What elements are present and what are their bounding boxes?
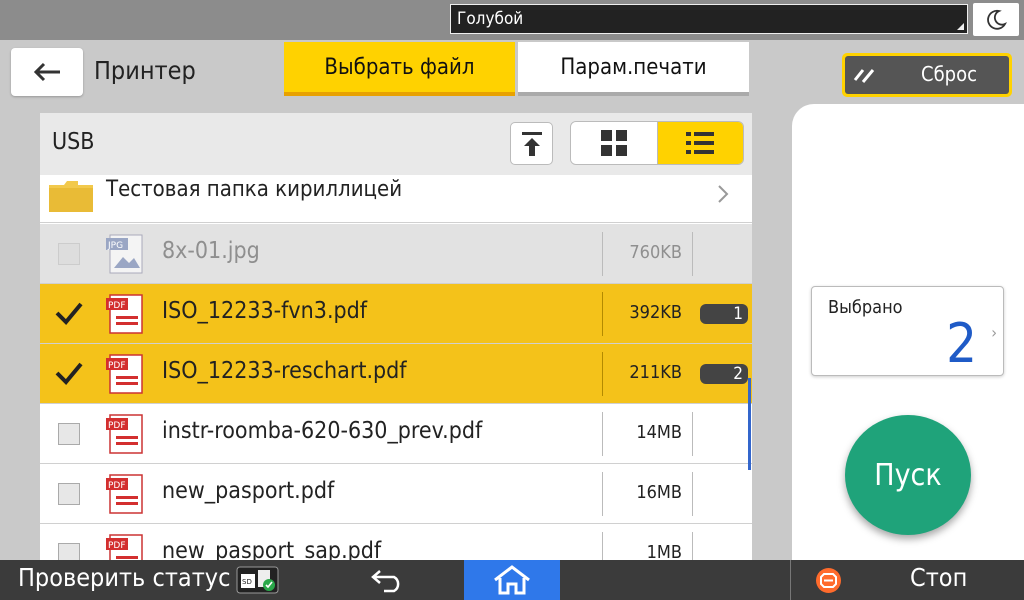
file-row[interactable]: PDF new_pasport.pdf 16MB [40, 464, 752, 524]
reset-button[interactable]: Сброс [842, 53, 1012, 97]
top-bar: Голубой [0, 0, 1024, 40]
column-divider [692, 532, 693, 563]
column-divider [692, 232, 693, 276]
stop-icon [816, 568, 841, 593]
jpg-file-icon: JPG [106, 234, 143, 274]
pdf-file-icon: PDF [106, 294, 143, 334]
browser-header: USB [40, 113, 752, 175]
file-name: ISO_12233-fvn3.pdf [162, 298, 368, 324]
file-name: ISO_12233-reschart.pdf [162, 358, 407, 384]
folder-name: Тестовая папка кириллицей [106, 177, 403, 202]
file-name: new_pasport.pdf [162, 478, 335, 504]
file-browser: USB Тестовая папка кириллицей JPG 8x-01.… [40, 113, 752, 563]
svg-text:JPG: JPG [107, 241, 123, 251]
selected-label: Выбрано [828, 297, 903, 318]
list-view-button[interactable] [657, 122, 743, 164]
print-order-badge: 1 [700, 304, 748, 324]
svg-text:PDF: PDF [108, 301, 126, 311]
column-divider [602, 412, 603, 456]
column-divider [602, 352, 603, 396]
pdf-file-icon: PDF [106, 534, 143, 563]
home-button[interactable] [464, 560, 560, 600]
file-checkbox[interactable] [58, 243, 80, 265]
reset-label: Сброс [921, 62, 977, 86]
grid-view-icon [600, 130, 627, 156]
moon-icon [987, 9, 1007, 30]
file-row[interactable]: PDF ISO_12233-reschart.pdf 211KB 2 [40, 344, 752, 404]
check-status-button[interactable]: Проверить статус [18, 563, 230, 592]
tab-select-file[interactable]: Выбрать файл [284, 42, 515, 96]
column-divider [692, 412, 693, 456]
selected-count-card[interactable]: Выбрано 2 › [811, 286, 1004, 376]
sd-card-status-icon[interactable]: SD [236, 566, 279, 594]
chevron-right-icon: › [991, 323, 997, 342]
svg-text:PDF: PDF [108, 421, 126, 431]
file-size: 760KB [629, 242, 682, 263]
grid-view-button[interactable] [571, 122, 658, 164]
checkbox-checked-icon[interactable] [54, 358, 84, 388]
file-checkbox[interactable] [58, 423, 80, 445]
page-title: Принтер [94, 56, 196, 85]
reset-icon [853, 69, 875, 83]
scrollbar[interactable] [748, 378, 751, 470]
column-divider [602, 532, 603, 563]
source-label: USB [52, 129, 95, 155]
divider [790, 560, 791, 600]
selected-count: 2 [946, 312, 977, 375]
folder-up-button[interactable] [510, 122, 553, 165]
checkbox-checked-icon[interactable] [54, 298, 84, 328]
color-scheme-value: Голубой [457, 9, 524, 29]
back-arrow-icon [33, 62, 60, 82]
dropdown-corner-icon [957, 23, 964, 30]
folder-icon [49, 181, 93, 212]
pdf-file-icon: PDF [106, 474, 143, 514]
bottom-bar: Проверить статус SD Стоп [0, 560, 1024, 600]
file-name: 8x-01.jpg [162, 238, 260, 264]
column-divider [692, 472, 693, 516]
chevron-right-icon [718, 185, 729, 203]
file-name: instr-roomba-620-630_prev.pdf [162, 418, 483, 444]
list-view-icon [686, 132, 715, 154]
back-button[interactable] [11, 48, 83, 96]
file-row[interactable]: PDF new_pasport_sap.pdf 1MB [40, 524, 752, 563]
start-label: Пуск [874, 457, 942, 493]
upload-top-icon [521, 131, 542, 156]
svg-text:PDF: PDF [108, 541, 126, 551]
file-size: 14MB [636, 422, 682, 443]
file-checkbox[interactable] [58, 483, 80, 505]
svg-text:SD: SD [242, 578, 252, 586]
view-mode-toggle [570, 121, 744, 165]
svg-text:PDF: PDF [108, 481, 126, 491]
column-divider [602, 472, 603, 516]
start-button[interactable]: Пуск [845, 415, 971, 535]
file-size: 211KB [629, 362, 682, 383]
column-divider [602, 232, 603, 276]
column-divider [602, 292, 603, 336]
svg-text:PDF: PDF [108, 361, 126, 371]
stop-button[interactable]: Стоп [910, 563, 967, 592]
pdf-file-icon: PDF [106, 414, 143, 454]
pdf-file-icon: PDF [106, 354, 143, 394]
home-icon [494, 565, 530, 595]
file-row[interactable]: JPG 8x-01.jpg 760KB [40, 224, 752, 284]
file-size: 392KB [629, 302, 682, 323]
file-row[interactable]: PDF ISO_12233-fvn3.pdf 392KB 1 [40, 284, 752, 344]
night-mode-button[interactable] [973, 3, 1019, 36]
tab-print-settings[interactable]: Парам.печати [518, 42, 749, 96]
folder-item[interactable]: Тестовая папка кириллицей [40, 175, 752, 223]
file-row[interactable]: PDF instr-roomba-620-630_prev.pdf 14MB [40, 404, 752, 464]
color-scheme-select[interactable]: Голубой [450, 4, 968, 34]
print-order-badge: 2 [700, 364, 748, 384]
file-size: 16MB [636, 482, 682, 503]
return-icon[interactable] [370, 565, 406, 593]
